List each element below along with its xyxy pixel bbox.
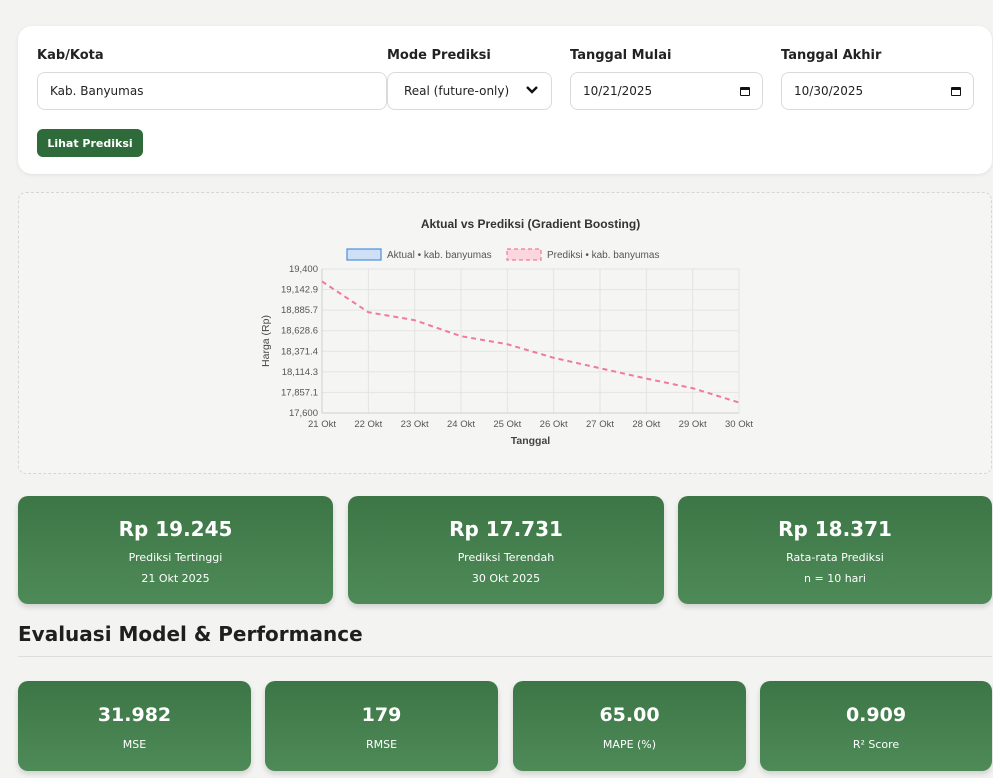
metric-label: R² Score bbox=[852, 738, 900, 751]
x-tick-label: 28 Okt bbox=[632, 419, 660, 430]
x-tick-label: 22 Okt bbox=[354, 419, 382, 430]
divider bbox=[18, 656, 992, 657]
mode-field: Mode Prediksi Real (future-only) bbox=[387, 46, 552, 110]
stat-card-lowest: Rp 17.731 Prediksi Terendah 30 Okt 2025 bbox=[348, 496, 664, 604]
start-date-value: 10/21/2025 bbox=[583, 84, 653, 98]
chart-panel: Aktual vs Prediksi (Gradient Boosting) Ak… bbox=[18, 192, 992, 474]
metric-card-mse: 31.982 MSE bbox=[18, 681, 251, 771]
calendar-icon[interactable] bbox=[951, 86, 961, 96]
price-chart: Aktual vs Prediksi (Gradient Boosting) Ak… bbox=[260, 217, 753, 447]
y-tick-label: 18,885.7 bbox=[281, 305, 318, 316]
section-title: Evaluasi Model & Performance bbox=[18, 622, 363, 646]
stat-value: Rp 19.245 bbox=[118, 517, 233, 541]
stat-label: Prediksi Tertinggi bbox=[128, 551, 223, 564]
stat-label: Rata-rata Prediksi bbox=[786, 551, 884, 564]
metric-card-r2: 0.909 R² Score bbox=[760, 681, 992, 771]
metric-card-mape: 65.00 MAPE (%) bbox=[513, 681, 746, 771]
legend-swatch bbox=[506, 248, 542, 261]
stat-sub: 30 Okt 2025 bbox=[471, 572, 541, 585]
x-tick-label: 27 Okt bbox=[586, 419, 614, 430]
y-tick-label: 19,142.9 bbox=[281, 285, 318, 296]
kab-input[interactable]: Kab. Banyumas bbox=[37, 72, 387, 110]
legend-swatch bbox=[346, 248, 382, 261]
metric-label: MAPE (%) bbox=[602, 738, 657, 751]
x-axis-label: Tanggal bbox=[511, 435, 551, 447]
kab-label: Kab/Kota bbox=[37, 48, 104, 63]
y-tick-label: 19,400 bbox=[289, 264, 318, 275]
stat-label: Prediksi Terendah bbox=[457, 551, 555, 564]
start-date-field: Tanggal Mulai 10/21/2025 bbox=[570, 46, 763, 110]
x-tick-label: 25 Okt bbox=[493, 419, 521, 430]
kab-field: Kab/Kota Kab. Banyumas bbox=[37, 46, 387, 110]
x-tick-label: 26 Okt bbox=[540, 419, 568, 430]
end-date-value: 10/30/2025 bbox=[794, 84, 864, 98]
metric-label: MSE bbox=[122, 738, 147, 751]
calendar-icon[interactable] bbox=[740, 86, 750, 96]
metric-value: 31.982 bbox=[97, 704, 172, 726]
x-tick-label: 30 Okt bbox=[725, 419, 753, 430]
metric-value: 65.00 bbox=[599, 704, 660, 726]
filter-card: Kab/Kota Kab. Banyumas Mode Prediksi Rea… bbox=[18, 26, 992, 174]
mode-label: Mode Prediksi bbox=[387, 48, 491, 63]
y-tick-label: 17,600 bbox=[289, 408, 318, 419]
stat-sub: n = 10 hari bbox=[804, 572, 866, 585]
start-date-input[interactable]: 10/21/2025 bbox=[570, 72, 763, 110]
end-date-label: Tanggal Akhir bbox=[781, 48, 882, 63]
end-date-input[interactable]: 10/30/2025 bbox=[781, 72, 974, 110]
y-tick-label: 18,114.3 bbox=[282, 367, 318, 378]
stat-card-highest: Rp 19.245 Prediksi Tertinggi 21 Okt 2025 bbox=[18, 496, 333, 604]
chevron-down-icon bbox=[525, 83, 539, 99]
stat-sub: 21 Okt 2025 bbox=[141, 572, 210, 585]
stat-value: Rp 18.371 bbox=[778, 517, 892, 541]
series-line bbox=[321, 280, 740, 404]
x-tick-label: 24 Okt bbox=[447, 419, 475, 430]
y-tick-label: 17,857.1 bbox=[281, 387, 318, 398]
stat-card-average: Rp 18.371 Rata-rata Prediksi n = 10 hari bbox=[678, 496, 992, 604]
stat-value: Rp 17.731 bbox=[449, 517, 563, 541]
legend-label: Prediksi • kab. banyumas bbox=[547, 250, 659, 261]
metric-card-rmse: 179 RMSE bbox=[265, 681, 498, 771]
mode-select-value: Real (future-only) bbox=[404, 84, 510, 98]
chart-title: Aktual vs Prediksi (Gradient Boosting) bbox=[421, 217, 640, 231]
x-tick-label: 21 Okt bbox=[308, 419, 336, 430]
mode-select[interactable]: Real (future-only) bbox=[387, 72, 552, 110]
y-axis-label: Harga (Rp) bbox=[260, 315, 272, 367]
x-tick-label: 23 Okt bbox=[401, 419, 429, 430]
legend-label: Aktual • kab. banyumas bbox=[387, 250, 492, 261]
metric-value: 179 bbox=[361, 704, 402, 726]
y-tick-label: 18,371.4 bbox=[281, 346, 318, 357]
metric-label: RMSE bbox=[365, 738, 398, 751]
x-tick-label: 29 Okt bbox=[679, 419, 707, 430]
end-date-field: Tanggal Akhir 10/30/2025 bbox=[781, 46, 974, 110]
y-tick-label: 18,628.6 bbox=[281, 326, 318, 337]
kab-input-value: Kab. Banyumas bbox=[50, 84, 144, 98]
start-date-label: Tanggal Mulai bbox=[570, 48, 672, 63]
metric-value: 0.909 bbox=[845, 704, 907, 726]
lihat-prediksi-button[interactable]: Lihat Prediksi bbox=[37, 129, 143, 157]
